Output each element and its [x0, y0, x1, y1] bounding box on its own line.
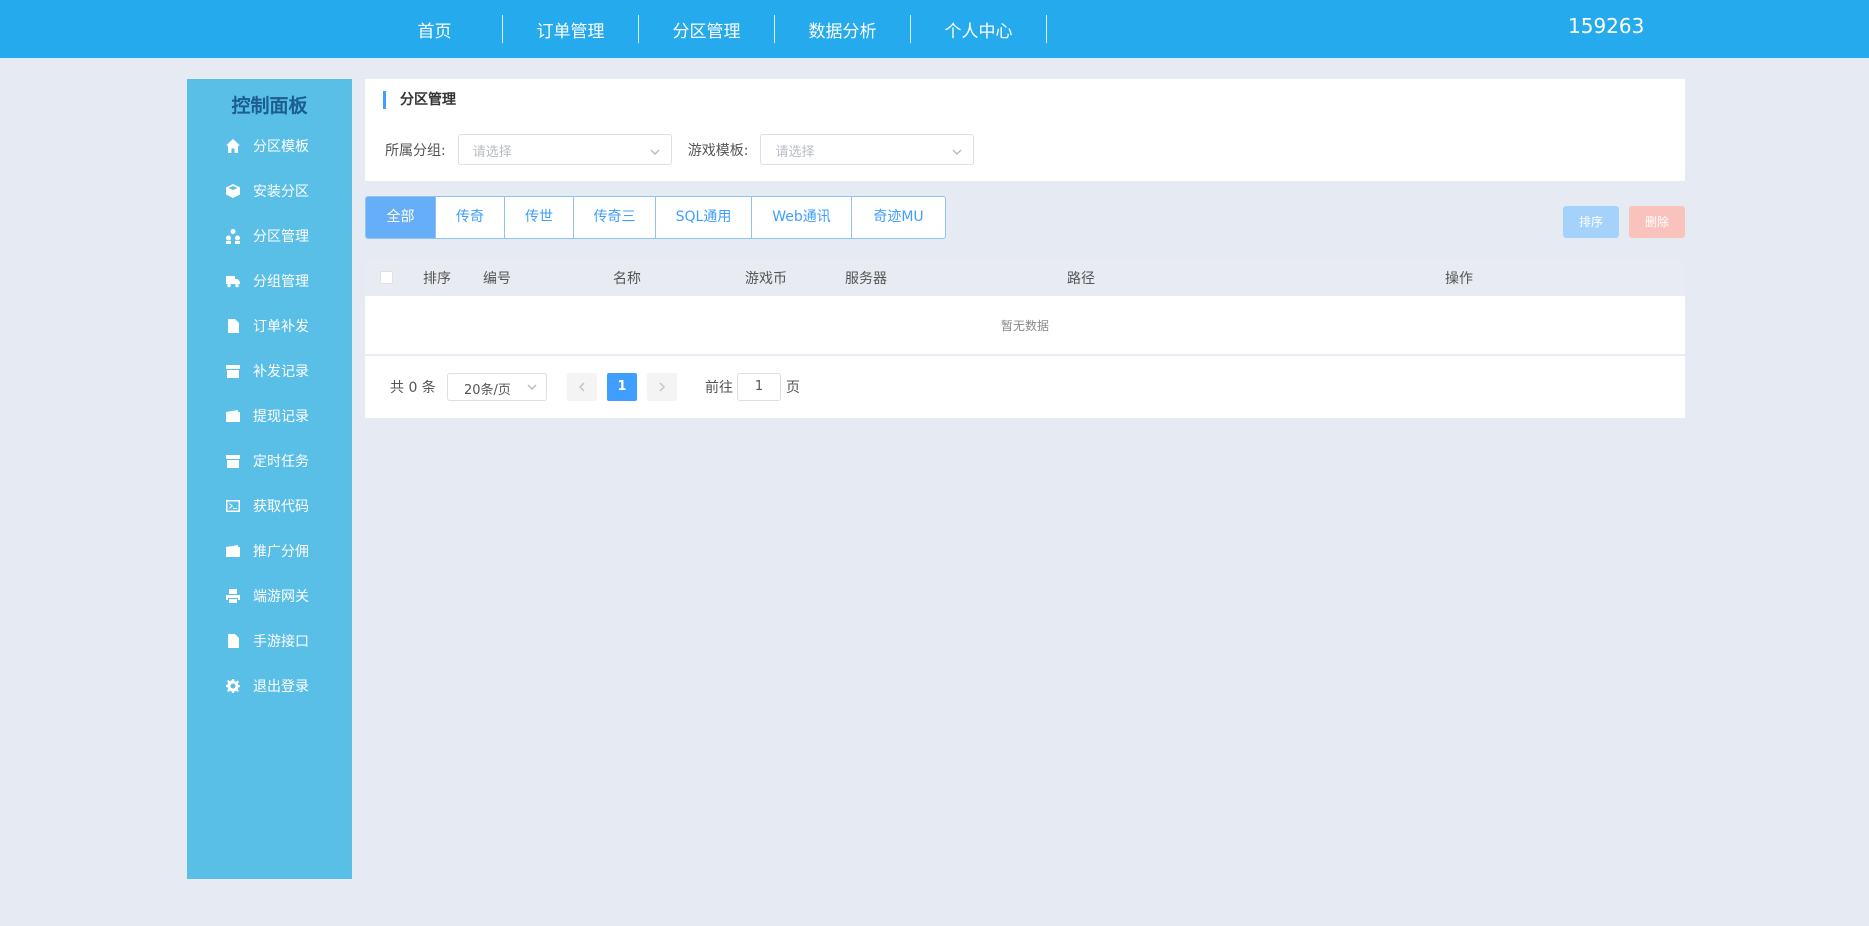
sidebar-item-label: 分区管理 [253, 228, 309, 245]
sidebar-item-get-code[interactable]: 获取代码 [187, 483, 352, 528]
sidebar-item-label: 定时任务 [253, 453, 309, 470]
sidebar-item-label: 补发记录 [253, 363, 309, 380]
select-all-checkbox[interactable] [380, 271, 393, 284]
next-page-button[interactable] [647, 373, 677, 401]
gear-icon [224, 678, 242, 694]
page-unit-label: 页 [786, 380, 800, 396]
nav-partitions[interactable]: 分区管理 [639, 17, 774, 42]
total-count: 共 0 条 [390, 380, 436, 396]
archive-icon [224, 453, 242, 469]
column-header-currency[interactable]: 游戏币 [745, 268, 787, 288]
column-header-actions: 操作 [1445, 271, 1473, 287]
sort-button[interactable]: 排序 [1563, 206, 1619, 238]
group-select-placeholder: 请选择 [472, 145, 512, 160]
tab-mu[interactable]: 奇迹MU [852, 197, 945, 238]
goto-page-input[interactable]: 1 [737, 373, 781, 401]
chevron-down-icon [951, 143, 963, 156]
template-select-placeholder: 请选择 [775, 145, 815, 160]
sidebar-item-logout[interactable]: 退出登录 [187, 663, 352, 708]
pagination: 共 0 条 20条/页 1 前往 1 页 [365, 356, 1685, 418]
archive-icon [224, 363, 242, 379]
column-header-name[interactable]: 名称 [613, 268, 641, 288]
sidebar-item-label: 分区模板 [253, 138, 309, 155]
table-body: 暂无数据 [365, 296, 1685, 355]
chevron-down-icon [526, 381, 538, 397]
sidebar-item-label: 端游网关 [253, 588, 309, 605]
delete-button[interactable]: 删除 [1629, 206, 1685, 238]
chevron-down-icon [649, 143, 661, 156]
game-type-tabs: 全部 传奇 传世 传奇三 SQL通用 Web通讯 奇迹MU [365, 196, 946, 239]
nav-orders[interactable]: 订单管理 [503, 17, 638, 42]
column-header-server[interactable]: 服务器 [845, 268, 887, 288]
printer-icon [224, 588, 242, 604]
nav-profile[interactable]: 个人中心 [911, 17, 1046, 42]
sidebar-item-label: 提现记录 [253, 408, 309, 425]
cube-icon [224, 183, 242, 199]
document-icon [224, 633, 242, 649]
sidebar-item-partition-management[interactable]: 分区管理 [187, 213, 352, 258]
tab-chuanshi[interactable]: 传世 [505, 197, 574, 238]
top-navbar: 首页 订单管理 分区管理 数据分析 个人中心 159263 [0, 0, 1869, 58]
page-number-current[interactable]: 1 [607, 373, 637, 401]
code-icon [224, 498, 242, 514]
chevron-left-icon [578, 382, 585, 392]
column-header-path[interactable]: 路径 [1067, 268, 1095, 288]
sidebar-item-order-reissue[interactable]: 订单补发 [187, 303, 352, 348]
page-size-value: 20条/页 [464, 383, 511, 398]
sidebar-item-label: 推广分佣 [253, 543, 309, 560]
sidebar-item-install-partition[interactable]: 安装分区 [187, 168, 352, 213]
sidebar-item-label: 退出登录 [253, 678, 309, 695]
home-icon [224, 138, 242, 154]
nav-home[interactable]: 首页 [367, 17, 502, 42]
tab-all[interactable]: 全部 [366, 197, 436, 238]
sidebar-item-mobile-game-api[interactable]: 手游接口 [187, 618, 352, 663]
table-header: 排序 编号 名称 游戏币 服务器 路径 操作 [365, 259, 1685, 296]
sidebar-title: 控制面板 [231, 95, 308, 117]
document-icon [224, 318, 242, 334]
template-filter-label: 游戏模板: [687, 142, 749, 159]
sidebar: 控制面板 分区模板 安装分区 分区管理 分组管理 订单补发 补发记录 提现记录 [187, 79, 352, 879]
sidebar-item-scheduled-tasks[interactable]: 定时任务 [187, 438, 352, 483]
user-id[interactable]: 159263 [1568, 14, 1644, 38]
tab-legend-3[interactable]: 传奇三 [574, 197, 656, 238]
sidebar-item-partition-template[interactable]: 分区模板 [187, 123, 352, 168]
empty-state: 暂无数据 [1000, 319, 1049, 333]
sidebar-item-referral-commission[interactable]: 推广分佣 [187, 528, 352, 573]
wallet-icon [224, 408, 242, 424]
nav-analytics[interactable]: 数据分析 [775, 17, 910, 42]
column-header-id[interactable]: 编号 [483, 268, 511, 288]
sidebar-item-label: 手游接口 [253, 633, 309, 650]
users-icon [224, 228, 242, 244]
sidebar-menu: 分区模板 安装分区 分区管理 分组管理 订单补发 补发记录 提现记录 定时任务 [187, 123, 352, 708]
group-filter-label: 所属分组: [385, 142, 446, 159]
sidebar-item-label: 安装分区 [253, 183, 309, 200]
group-select[interactable]: 请选择 [457, 134, 672, 165]
goto-label: 前往 [705, 380, 733, 396]
sidebar-item-label: 分组管理 [253, 273, 309, 290]
tab-legend[interactable]: 传奇 [436, 197, 505, 238]
page-title: 分区管理 [383, 91, 456, 109]
truck-icon [224, 273, 242, 289]
filter-card: 分区管理 所属分组: 请选择 游戏模板: 请选择 [365, 79, 1685, 181]
sidebar-item-label: 订单补发 [253, 318, 309, 335]
tab-web-comm[interactable]: Web通讯 [752, 197, 852, 238]
filter-row: 所属分组: 请选择 游戏模板: 请选择 [385, 134, 990, 165]
chevron-right-icon [659, 382, 666, 392]
nav-divider [1046, 15, 1047, 43]
main-content: 分区管理 所属分组: 请选择 游戏模板: 请选择 全部 传奇 传世 传奇三 SQ… [365, 79, 1685, 879]
sidebar-item-withdraw-records[interactable]: 提现记录 [187, 393, 352, 438]
sidebar-item-reissue-records[interactable]: 补发记录 [187, 348, 352, 393]
top-nav: 首页 订单管理 分区管理 数据分析 个人中心 [367, 0, 1047, 58]
template-select[interactable]: 请选择 [760, 134, 975, 165]
prev-page-button[interactable] [567, 373, 597, 401]
wallet-icon [224, 543, 242, 559]
tab-sql-general[interactable]: SQL通用 [656, 197, 752, 238]
sidebar-item-group-management[interactable]: 分组管理 [187, 258, 352, 303]
sidebar-item-pc-game-gateway[interactable]: 端游网关 [187, 573, 352, 618]
page-size-select[interactable]: 20条/页 [447, 373, 547, 401]
column-header-sort[interactable]: 排序 [423, 268, 451, 288]
sidebar-item-label: 获取代码 [253, 498, 309, 515]
